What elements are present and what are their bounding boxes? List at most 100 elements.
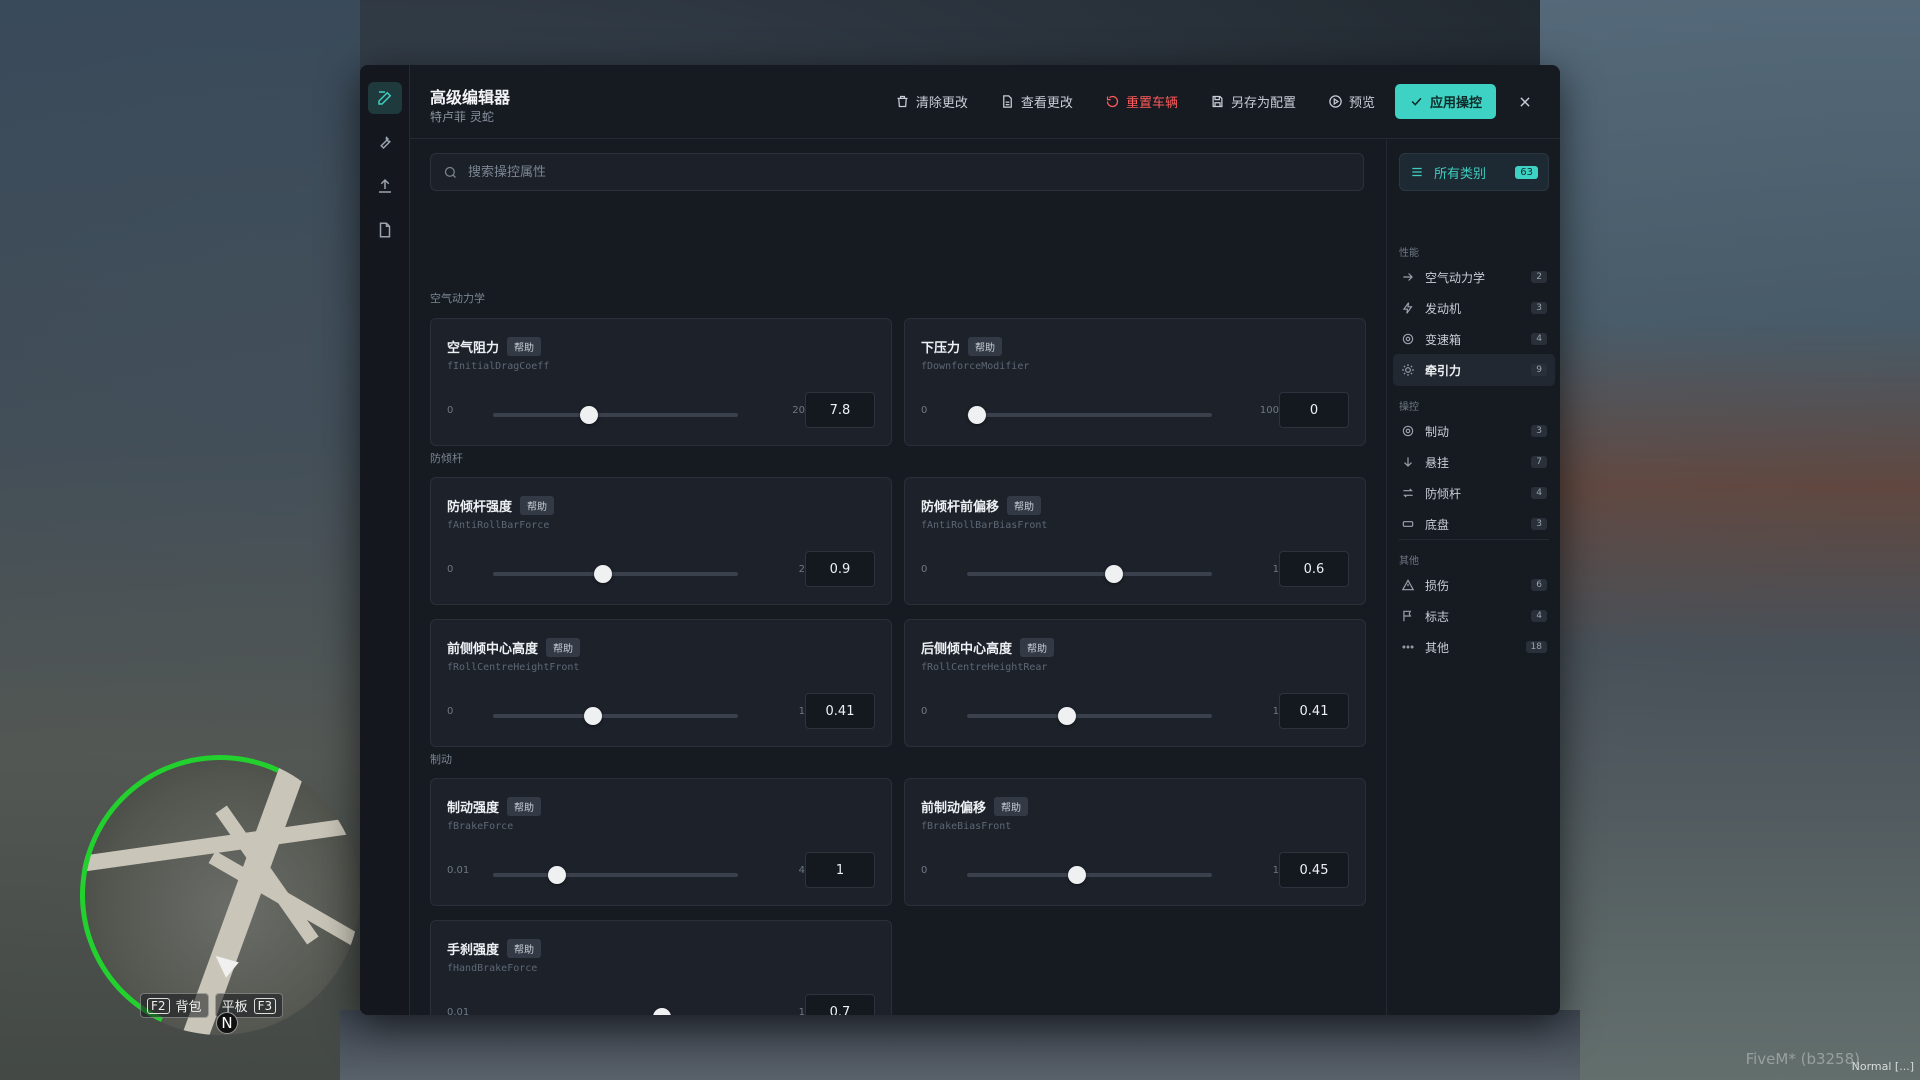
property-slider[interactable] [967, 565, 1212, 583]
value-input[interactable]: 0.41 [1279, 693, 1349, 729]
value-input[interactable]: 7.8 [805, 392, 875, 428]
slider-thumb[interactable] [1105, 565, 1123, 583]
section-antiroll: 防倾杆 [430, 452, 463, 465]
slider-thumb[interactable] [579, 406, 598, 424]
value-input[interactable]: 0.9 [805, 551, 875, 587]
file-icon [379, 222, 390, 238]
view-changes-label: 查看更改 [1020, 96, 1073, 111]
value-input[interactable]: 0.7 [805, 994, 875, 1015]
slider-thumb[interactable] [594, 565, 613, 583]
property-slider[interactable] [967, 707, 1212, 725]
category-item[interactable]: 其他 18 [1393, 631, 1555, 663]
category-label: 牵引力 [1425, 363, 1462, 378]
category-item[interactable]: 变速箱 4 [1393, 323, 1555, 355]
slider-thumb[interactable] [967, 406, 986, 424]
slider-max: 2 [798, 564, 805, 575]
property-slider[interactable] [493, 866, 738, 884]
property-slider[interactable] [967, 866, 1212, 884]
upload-tool-button[interactable] [368, 170, 402, 202]
value-input[interactable]: 0.45 [1279, 852, 1349, 888]
property-label: 手刹强度 [447, 943, 500, 958]
property-slider[interactable] [493, 707, 738, 725]
save-as-config-label: 另存为配置 [1230, 96, 1296, 111]
key-f3: F3 [253, 997, 277, 1014]
view-changes-button[interactable]: 查看更改 [988, 84, 1085, 119]
category-label: 其他 [1425, 640, 1450, 655]
wrench-tool-button[interactable] [368, 126, 402, 158]
category-item[interactable]: 牵引力 9 [1393, 354, 1555, 386]
slider-min: 0 [921, 865, 928, 876]
category-item[interactable]: 制动 3 [1393, 415, 1555, 447]
help-button[interactable]: 帮助 [507, 337, 542, 356]
arrow-right-icon [1403, 273, 1413, 281]
slider-thumb[interactable] [584, 707, 603, 725]
category-group-label: 操控 [1399, 402, 1419, 413]
file-tool-button[interactable] [368, 214, 402, 246]
category-item[interactable]: 底盘 3 [1393, 508, 1555, 540]
preview-button[interactable]: 预览 [1316, 84, 1387, 119]
category-item[interactable]: 防倾杆 4 [1393, 477, 1555, 509]
help-button[interactable]: 帮助 [1020, 638, 1055, 657]
value-input[interactable]: 1 [805, 852, 875, 888]
category-item[interactable]: 空气动力学 2 [1393, 261, 1555, 293]
category-count: 6 [1531, 579, 1547, 591]
category-group-label: 性能 [1399, 248, 1419, 259]
help-button[interactable]: 帮助 [1007, 496, 1042, 515]
clear-changes-button[interactable]: 清除更改 [883, 84, 980, 119]
category-item[interactable]: 标志 4 [1393, 600, 1555, 632]
slider-thumb[interactable] [1058, 707, 1077, 725]
property-name: 空气阻力 帮助 [447, 337, 542, 356]
all-categories-button[interactable]: 所有类别 63 [1399, 153, 1549, 191]
apply-handling-label: 应用操控 [1429, 96, 1482, 111]
property-card: 空气阻力 帮助 fInitialDragCoeff 0 20 7.8 [430, 318, 892, 446]
category-label: 损伤 [1425, 578, 1450, 593]
help-button[interactable]: 帮助 [507, 797, 542, 816]
property-slider[interactable] [493, 406, 738, 424]
reset-vehicle-button[interactable]: 重置车辆 [1093, 84, 1190, 119]
value-input[interactable]: 0.6 [1279, 551, 1349, 587]
category-count: 4 [1531, 487, 1547, 499]
help-button[interactable]: 帮助 [968, 337, 1003, 356]
category-label: 空气动力学 [1425, 270, 1486, 285]
toolbar: 清除更改 查看更改 重置车辆 另存为配置 预览 应用操控 [883, 84, 1540, 119]
help-button[interactable]: 帮助 [994, 797, 1029, 816]
property-label: 制动强度 [447, 801, 500, 816]
header: 高级编辑器 特卢菲 灵蛇 清除更改 查看更改 重置车辆 另存为配置 预览 应用操… [410, 65, 1560, 139]
inventory-label: 背包 [175, 1000, 202, 1015]
property-key: fDownforceModifier [921, 361, 1030, 372]
apply-handling-button[interactable]: 应用操控 [1394, 84, 1496, 119]
property-name: 前侧倾中心高度 帮助 [447, 638, 581, 657]
check-icon [1411, 97, 1422, 106]
slider-min: 0.01 [447, 865, 470, 876]
help-button[interactable]: 帮助 [520, 496, 555, 515]
close-icon [1520, 96, 1530, 107]
section-aero: 空气动力学 [430, 292, 485, 305]
search-input[interactable] [468, 164, 1268, 180]
lightning-icon [1402, 302, 1413, 314]
value-input[interactable]: 0.41 [805, 693, 875, 729]
category-item[interactable]: 悬挂 7 [1393, 446, 1555, 478]
slider-thumb[interactable] [1068, 866, 1087, 884]
property-slider[interactable] [493, 565, 738, 583]
sun-icon [1402, 364, 1414, 376]
category-count: 4 [1531, 333, 1547, 345]
slider-thumb[interactable] [547, 866, 566, 884]
more-icon [1402, 645, 1414, 649]
category-label: 悬挂 [1425, 455, 1450, 470]
help-button[interactable]: 帮助 [546, 638, 581, 657]
value-input[interactable]: 0 [1279, 392, 1349, 428]
document-icon [1003, 95, 1012, 108]
slider-thumb[interactable] [653, 1008, 672, 1015]
category-count: 3 [1531, 518, 1547, 530]
warning-icon [1401, 579, 1415, 591]
help-button[interactable]: 帮助 [507, 939, 542, 958]
edit-tool-button[interactable] [367, 82, 402, 114]
search-bar[interactable] [430, 153, 1364, 191]
slider-min: 0 [447, 405, 454, 416]
save-as-config-button[interactable]: 另存为配置 [1198, 84, 1308, 119]
category-item[interactable]: 发动机 3 [1393, 292, 1555, 324]
close-button[interactable] [1510, 87, 1540, 117]
property-slider[interactable] [967, 406, 1212, 424]
property-name: 手刹强度 帮助 [447, 939, 542, 958]
category-item[interactable]: 损伤 6 [1393, 569, 1555, 601]
